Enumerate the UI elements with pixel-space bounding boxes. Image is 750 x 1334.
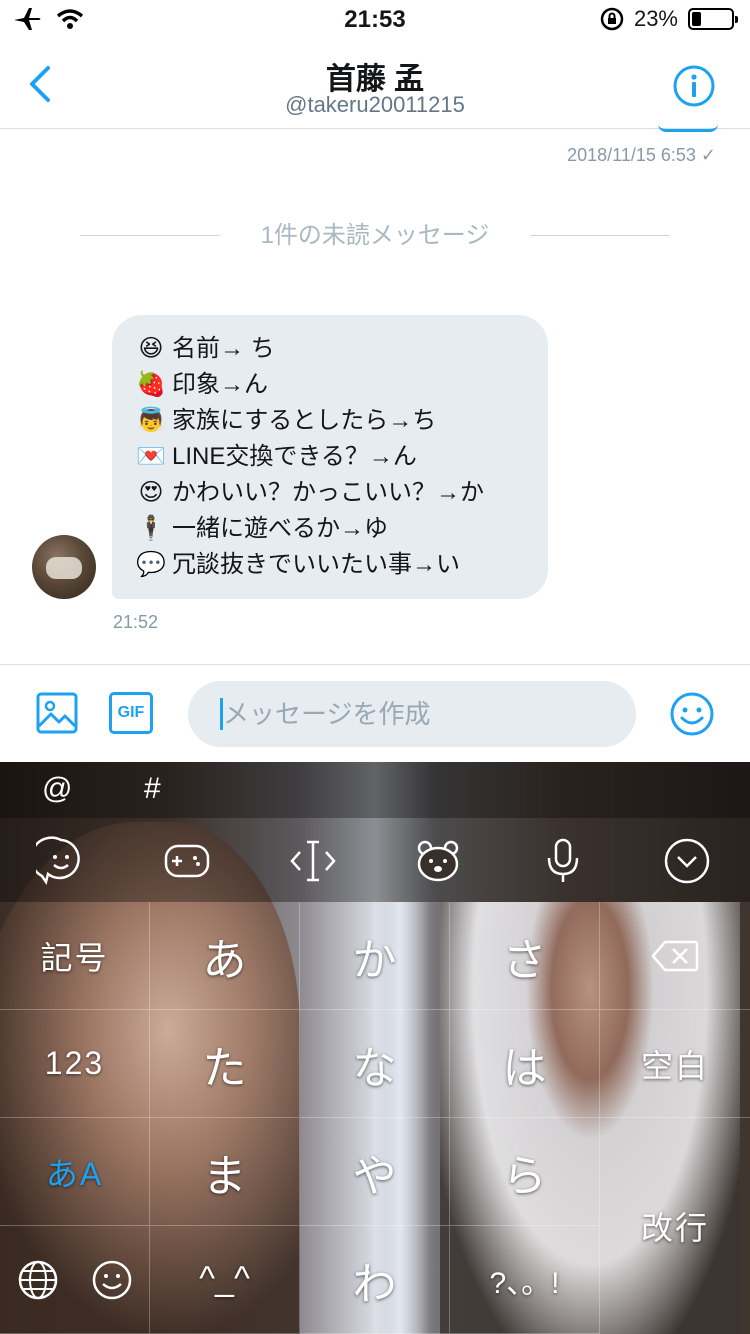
received-message-bubble[interactable]: 😆 名前→ ち 🍓 印象→ん 👼 家族にするとしたら→ち 💌 LINE交換できる？→ん … <box>112 315 548 599</box>
kana-keypad: 記号 あ か さ 123 た な は 空白 あA ま や ら 改行 ^_^ わ … <box>0 902 750 1334</box>
message-line: 😆 名前→ ち <box>136 331 524 367</box>
message-line: 💌 LINE交換できる？→ん <box>136 443 417 470</box>
keyboard: @ # 記号 あ か さ 123 た な は 空白 あA ま や ら 改行 ^_… <box>0 762 750 1334</box>
emoji-keyboard-key[interactable] <box>75 1226 150 1334</box>
message-line: 👼 家族にするとしたら→ち <box>136 407 437 434</box>
levitating-man-emoji-icon: 🕴 <box>136 515 166 542</box>
symbol-shortcut-bar: @ # <box>0 762 750 818</box>
unread-divider-label: 1件の未読メッセージ <box>260 222 490 249</box>
key-sa[interactable]: さ <box>450 902 600 1010</box>
globe-icon <box>18 1260 57 1299</box>
message-input-placeholder: メッセージを作成 <box>223 699 431 729</box>
message-line: 💬 冗談抜きでいいたい事→い <box>136 551 460 578</box>
text-caret <box>220 698 223 730</box>
symbols-key[interactable]: 記号 <box>0 902 150 1010</box>
conversation-handle: @takeru20011215 <box>285 92 465 117</box>
message-timestamp: 21:52 <box>113 612 159 632</box>
key-wa[interactable]: わ <box>300 1226 450 1334</box>
key-ta[interactable]: た <box>150 1010 300 1118</box>
message-input[interactable]: メッセージを作成 <box>188 681 636 747</box>
sticker-face-icon[interactable] <box>36 836 86 886</box>
status-bar: 21:53 23% <box>0 0 750 40</box>
key-ka[interactable]: か <box>300 902 450 1010</box>
love-letter-emoji-icon: 💌 <box>136 443 166 470</box>
battery-icon <box>688 8 738 30</box>
key-na[interactable]: な <box>300 1010 450 1118</box>
smiley-icon <box>92 1260 132 1299</box>
key-ma[interactable]: ま <box>150 1118 300 1226</box>
bear-face-icon[interactable] <box>413 836 463 886</box>
sent-timestamp: 2018/11/15 6:53 ✓ <box>567 145 716 165</box>
delete-key[interactable] <box>600 902 750 1010</box>
laughing-emoji-icon: 😆 <box>138 335 164 362</box>
return-key[interactable]: 改行 <box>600 1118 750 1334</box>
gif-button[interactable]: GIF <box>109 692 153 734</box>
game-controller-icon[interactable] <box>162 836 212 886</box>
globe-key[interactable] <box>0 1226 75 1334</box>
key-ya[interactable]: や <box>300 1118 450 1226</box>
avatar[interactable] <box>32 535 96 599</box>
microphone-icon[interactable] <box>538 836 588 886</box>
hash-key[interactable]: # <box>144 772 161 806</box>
message-line: 🍓 印象→ん <box>136 371 268 398</box>
punctuation-key[interactable]: ?、。! <box>450 1226 600 1334</box>
image-icon[interactable] <box>36 692 78 734</box>
message-line: 🕴 一緒に遊べるか→ゆ <box>136 515 388 542</box>
kaomoji-key[interactable]: ^_^ <box>150 1226 300 1334</box>
rotation-lock-icon <box>600 7 624 31</box>
previous-sent-message[interactable] <box>658 122 718 132</box>
read-check-icon: ✓ <box>700 145 716 165</box>
message-line: 😍 かわいい？かっこいい？→か <box>136 475 524 511</box>
key-a[interactable]: あ <box>150 902 300 1010</box>
unread-divider: 1件の未読メッセージ <box>80 215 670 249</box>
speech-bubble-emoji-icon: 💬 <box>136 551 166 578</box>
at-key[interactable]: @ <box>42 772 72 806</box>
message-composer: GIF メッセージを作成 <box>0 664 750 762</box>
space-key[interactable]: 空白 <box>600 1010 750 1118</box>
heart-eyes-emoji-icon: 😍 <box>138 479 164 506</box>
battery-percent: 23% <box>633 6 678 31</box>
key-ra[interactable]: ら <box>450 1118 600 1226</box>
info-icon[interactable] <box>672 64 716 108</box>
chevron-down-icon[interactable] <box>662 836 712 886</box>
strawberry-emoji-icon: 🍓 <box>136 371 166 398</box>
emoji-icon[interactable] <box>669 691 715 737</box>
keyboard-toolbar <box>0 818 750 902</box>
numbers-key[interactable]: 123 <box>0 1010 150 1118</box>
input-mode-key[interactable]: あA <box>0 1118 150 1226</box>
backspace-icon <box>651 940 699 971</box>
cursor-move-icon[interactable] <box>288 836 338 886</box>
angel-emoji-icon: 👼 <box>136 407 166 434</box>
key-ha[interactable]: は <box>450 1010 600 1118</box>
conversation-header: 首藤 孟 @takeru20011215 <box>0 40 750 129</box>
